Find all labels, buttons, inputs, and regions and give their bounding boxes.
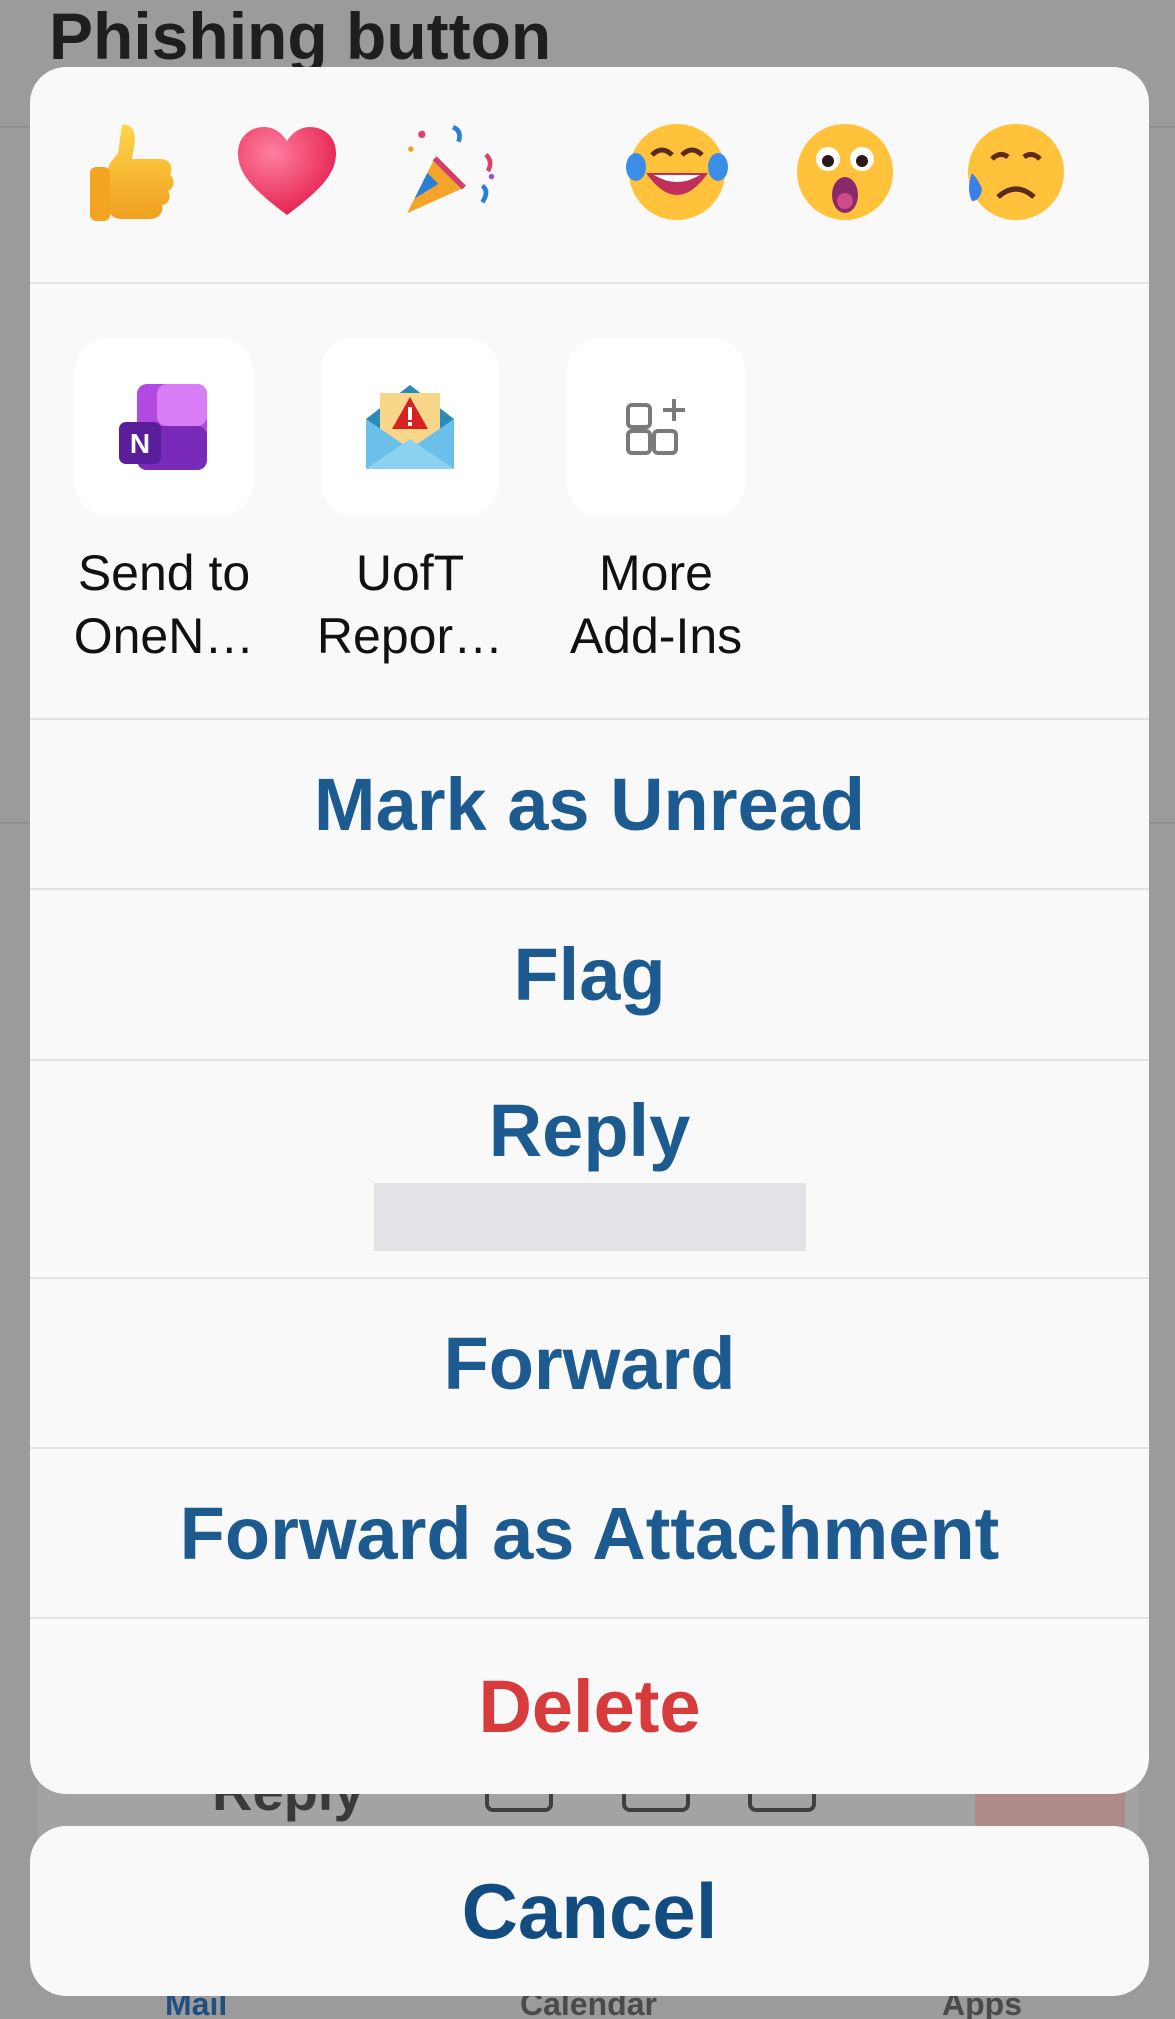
party-popper-icon[interactable] [398,117,508,227]
reply-label: Reply [488,1089,691,1172]
background-page-title: Phishing button [49,0,552,73]
delete-button[interactable]: Delete [30,1619,1149,1794]
onenote-icon: N [119,384,207,470]
mark-as-unread-button[interactable]: Mark as Unread [30,720,1149,890]
reply-button[interactable]: Reply [30,1061,1149,1279]
report-phishing-icon [366,385,454,469]
addin-onenote-button[interactable]: N [75,338,253,516]
svg-text:N: N [130,428,150,459]
redacted-block [373,1183,806,1251]
surprised-face-icon[interactable] [790,117,900,227]
addin-report-phishing-button[interactable] [321,338,499,516]
cancel-button[interactable]: Cancel [30,1826,1149,1996]
forward-as-attachment-button[interactable]: Forward as Attachment [30,1449,1149,1619]
flag-button[interactable]: Flag [30,890,1149,1061]
more-addins-label: More Add-Ins [569,545,743,664]
laughing-face-icon[interactable] [622,117,732,227]
forward-button[interactable]: Forward [30,1279,1149,1449]
heart-icon[interactable] [232,117,342,227]
thumbs-up-icon[interactable] [82,117,192,227]
sad-face-icon[interactable] [958,117,1068,227]
addin-onenote-label: Send to OneN… [73,545,255,664]
addins-row: N Send to OneN… UofT Repor… More Add-Ins [30,284,1149,720]
more-addins-button[interactable] [567,338,745,516]
addin-report-phishing-label: UofT Repor… [316,545,504,664]
add-apps-icon [626,399,685,455]
action-sheet: N Send to OneN… UofT Repor… More Add-Ins… [30,67,1149,1794]
reactions-row [30,67,1149,284]
